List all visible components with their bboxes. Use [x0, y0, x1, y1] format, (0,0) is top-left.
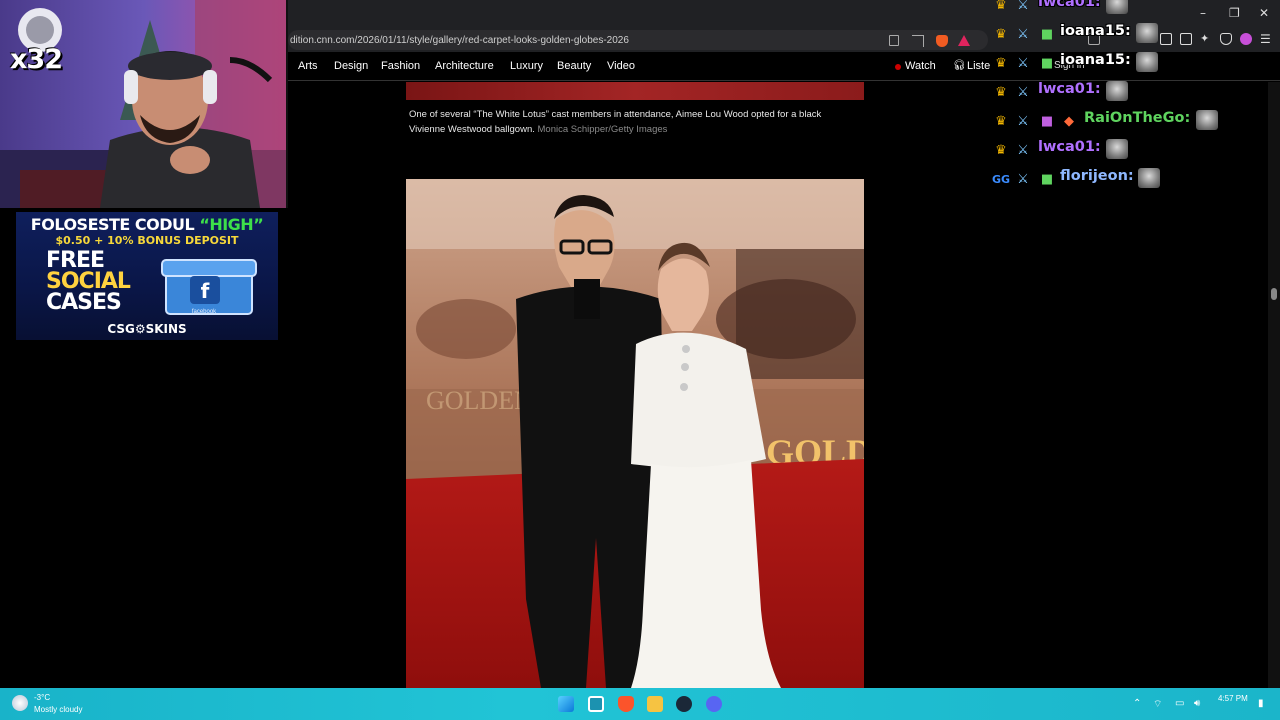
steam-icon[interactable]: [676, 696, 692, 712]
brave-shields-icon[interactable]: [936, 35, 948, 47]
live-dot-icon: [895, 64, 901, 70]
chat-message: ♛ ⚔ ■ ◆ RaiOnTheGo:: [990, 110, 1280, 132]
url-text[interactable]: dition.cnn.com/2026/01/11/style/gallery/…: [290, 35, 629, 46]
promo-cases: CASES: [46, 290, 122, 315]
mod-badge-icon: ⚔: [1017, 26, 1029, 42]
network-icon[interactable]: ⌔: [1153, 698, 1162, 711]
chat-message: ♛ ⚔ lwca01:: [990, 81, 1280, 103]
scrollbar-thumb[interactable]: [1271, 288, 1277, 300]
gift-badge-icon: ■: [1040, 55, 1054, 71]
chat-message: ♛ ⚔ lwca01:: [990, 0, 1280, 16]
emote-icon: [1106, 81, 1128, 101]
emote-icon: [1106, 139, 1128, 159]
share-icon[interactable]: [912, 35, 924, 47]
crown-badge-icon: ♛: [995, 55, 1007, 71]
mod-badge-icon: ⚔: [1017, 0, 1029, 13]
display-icon[interactable]: ▭: [1175, 698, 1184, 709]
taskbar-clock[interactable]: 4:57 PM: [1218, 694, 1248, 703]
crown-badge-icon: ♛: [995, 84, 1007, 100]
gift-badge-icon: ■: [1040, 26, 1054, 42]
emote-icon: [1136, 52, 1158, 72]
promo-banner: FOLOSESTE CODUL “HIGH” $0.50 + 10% BONUS…: [16, 212, 278, 340]
webcam-feed: [0, 0, 286, 208]
nav-item-architecture[interactable]: Architecture: [435, 60, 494, 72]
promo-social: SOCIAL: [46, 269, 131, 294]
red-carpet-photo: GOLDEN GOLDE: [406, 179, 864, 688]
mod-badge-icon: ⚔: [1017, 55, 1029, 71]
nav-item-beauty[interactable]: Beauty: [557, 60, 591, 72]
mod-badge-icon: ⚔: [1017, 113, 1029, 129]
nav-item-fashion[interactable]: Fashion: [381, 60, 420, 72]
task-view-icon[interactable]: [588, 696, 604, 712]
brave-taskbar-icon[interactable]: [618, 696, 634, 712]
prime-badge-icon: ◆: [1064, 113, 1074, 129]
emote-icon: [1196, 110, 1218, 130]
listen-link[interactable]: Liste: [967, 60, 990, 72]
photo-credit: Monica Schipper/Getty Images: [537, 123, 668, 135]
stream-chat-overlay: ♛ ⚔ lwca01: ♛ ⚔ ■ ioana15: ♛ ⚔ ■ ioana15…: [990, 0, 1280, 200]
discord-icon[interactable]: [706, 696, 722, 712]
gg-badge-icon: GG: [991, 172, 1011, 186]
chat-username: ioana15:: [1060, 52, 1131, 68]
emote-icon: [1138, 168, 1160, 188]
emote-icon: [1106, 0, 1128, 14]
watch-link[interactable]: Watch: [905, 60, 936, 72]
mod-badge-icon: ⚔: [1017, 84, 1029, 100]
image-caption: One of several “The White Lotus” cast me…: [409, 108, 859, 137]
weather-description[interactable]: Mostly cloudy: [34, 705, 82, 714]
nav-item-arts[interactable]: Arts: [298, 60, 318, 72]
promo-bonus: $0.50 + 10% BONUS DEPOSIT: [55, 234, 239, 247]
promo-brand: CSG⚙SKINS: [107, 322, 187, 336]
screen: – ❐ ✕ dition.cnn.com/2026/01/11/style/ga…: [0, 0, 1280, 720]
headphones-icon: 🎧︎: [953, 60, 966, 71]
tray-overflow-icon[interactable]: ⌃: [1133, 698, 1141, 709]
nav-item-design[interactable]: Design: [334, 60, 368, 72]
gift-badge-icon: ■: [1040, 171, 1054, 187]
chat-username: lwca01:: [1038, 139, 1101, 155]
chat-message: GG ⚔ ■ florijeon:: [990, 168, 1280, 190]
promo-headline-prefix: FOLOSESTE CODUL: [30, 215, 200, 234]
gallery-photo[interactable]: GOLDEN GOLDE: [406, 179, 864, 688]
chat-username: ioana15:: [1060, 23, 1131, 39]
address-bar[interactable]: dition.cnn.com/2026/01/11/style/gallery/…: [288, 30, 988, 50]
loot-box-icon: f facebook: [161, 259, 257, 315]
chat-username: lwca01:: [1038, 0, 1101, 10]
chat-username: lwca01:: [1038, 81, 1101, 97]
start-icon[interactable]: [558, 696, 574, 712]
crown-badge-icon: ♛: [995, 0, 1007, 13]
crown-badge-icon: ♛: [995, 26, 1007, 42]
mod-badge-icon: ⚔: [1017, 171, 1029, 187]
chat-username: florijeon:: [1060, 168, 1134, 184]
crown-badge-icon: ♛: [995, 142, 1007, 158]
reader-mode-icon[interactable]: [889, 35, 899, 46]
promo-code: “HIGH”: [199, 215, 264, 234]
sub-counter: x32: [10, 44, 63, 75]
taskbar: -3°C Mostly cloudy ⌃ ⌔ ▭ 🔊︎ 4:57 PM ▮: [0, 688, 1280, 720]
chat-username: RaiOnTheGo:: [1084, 110, 1191, 126]
previous-gallery-image: [406, 82, 864, 100]
nav-item-video[interactable]: Video: [607, 60, 635, 72]
gift-badge-icon: ■: [1040, 113, 1054, 129]
golden-sign-left: GOLDEN: [426, 386, 533, 415]
file-explorer-icon[interactable]: [647, 696, 663, 712]
mod-badge-icon: ⚔: [1017, 142, 1029, 158]
emote-icon: [1136, 23, 1158, 43]
weather-icon[interactable]: [12, 695, 28, 711]
promo-headline: FOLOSESTE CODUL “HIGH”: [16, 215, 278, 234]
svg-text:f: f: [201, 279, 210, 303]
nav-item-luxury[interactable]: Luxury: [510, 60, 543, 72]
chat-message: ♛ ⚔ ■ ioana15:: [990, 23, 1280, 45]
loot-box-facebook-label: facebook: [192, 309, 217, 315]
chat-message: ♛ ⚔ ■ ioana15:: [990, 52, 1280, 74]
crown-badge-icon: ♛: [995, 113, 1007, 129]
promo-free-cases: FREE SOCIAL CASES: [46, 248, 131, 315]
notification-icon[interactable]: ▮: [1258, 698, 1264, 709]
streamer-webcam: x32: [0, 0, 288, 208]
chat-message: ♛ ⚔ lwca01:: [990, 139, 1280, 161]
promo-free: FREE: [46, 248, 105, 273]
volume-icon[interactable]: 🔊︎: [1194, 698, 1200, 709]
weather-temperature[interactable]: -3°C: [34, 693, 50, 702]
brave-rewards-icon[interactable]: [958, 35, 970, 46]
